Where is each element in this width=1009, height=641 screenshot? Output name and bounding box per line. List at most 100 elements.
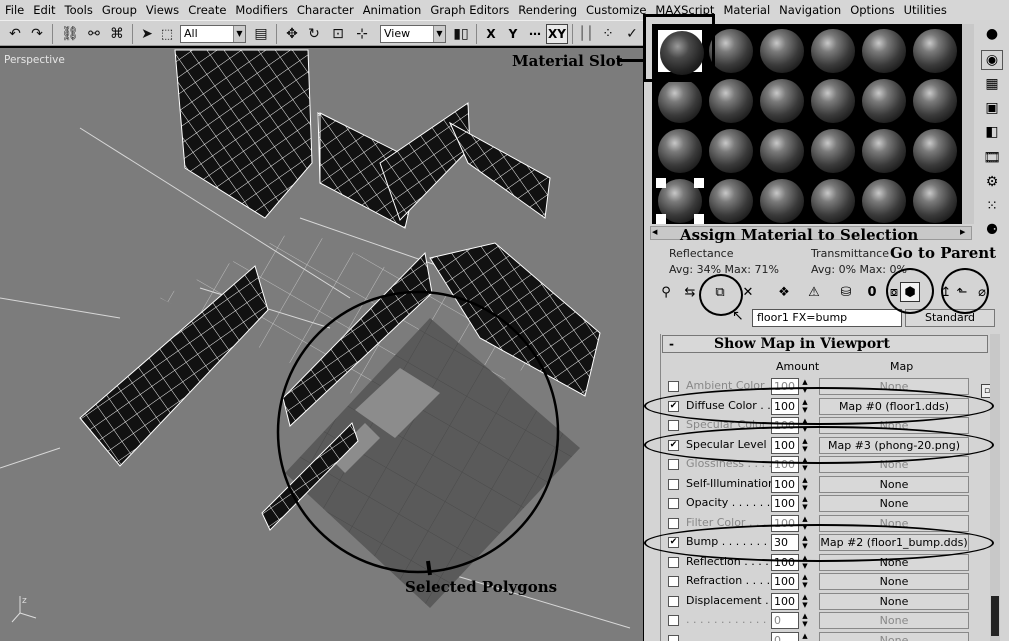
move-icon[interactable]: ✥ [282,24,302,44]
selection-filter-dropdown[interactable]: All ▼ [180,25,246,43]
menu-modifiers[interactable]: Modifiers [232,0,294,20]
menu-graph-editors[interactable]: Graph Editors [427,0,515,20]
map-amount-field[interactable]: 0 [771,612,799,629]
sample-uv-tiling-icon[interactable]: ▣ [981,98,1003,118]
material-slot[interactable] [911,78,959,124]
map-slot-button[interactable]: None [819,612,969,629]
menu-customize[interactable]: Customize [583,0,652,20]
select-by-name-icon[interactable]: ▤ [252,24,270,44]
map-enable-checkbox[interactable] [668,556,679,568]
material-slot[interactable] [860,128,908,174]
material-slot[interactable] [656,78,704,124]
put-to-scene-icon[interactable]: ⇆ [680,282,700,302]
panel-vertical-scrollbar[interactable] [990,334,1000,641]
region-select-icon[interactable]: ⬚ [158,24,176,44]
sample-type-icon[interactable]: ● [981,24,1003,44]
put-to-library-icon[interactable]: ⛁ [836,282,856,302]
slot-vertical-scrollbar[interactable] [962,24,974,224]
material-slot[interactable] [758,128,806,174]
menu-file[interactable]: File [2,0,30,20]
axis-x-button[interactable]: X [480,24,502,44]
axis-xy-button[interactable]: XY [546,24,568,44]
amount-spinner[interactable]: ▲▼ [800,612,810,629]
menu-character[interactable]: Character [294,0,360,20]
amount-spinner[interactable]: ▲▼ [800,573,810,590]
select-by-material-icon[interactable]: ⁙ [981,196,1003,216]
unlink-selection-icon[interactable]: ⚯ [84,24,104,44]
material-slot[interactable] [911,128,959,174]
options-icon[interactable]: ⚙ [981,172,1003,192]
axis-y-button[interactable]: Y [502,24,524,44]
map-amount-field[interactable]: 100 [771,475,799,493]
scroll-right-icon[interactable]: ▶ [960,228,970,238]
map-enable-checkbox[interactable] [668,517,679,529]
map-slot-button[interactable]: None [819,495,969,512]
backlight-icon[interactable]: ◉ [981,50,1003,70]
axis-z-button[interactable]: ⋯ [524,24,546,44]
select-object-icon[interactable]: ➤ [138,24,156,44]
pivot-center-icon[interactable]: ▮▯ [450,24,472,44]
make-preview-icon[interactable]: 🎞 [981,148,1003,168]
video-color-check-icon[interactable]: ◧ [981,122,1003,142]
menu-tools[interactable]: Tools [62,0,99,20]
scale-icon[interactable]: ⊡ [328,24,348,44]
map-slot-button[interactable]: None [819,573,969,590]
map-amount-field[interactable]: 100 [771,495,799,512]
get-material-icon[interactable]: ⚲ [656,282,676,302]
map-slot-button[interactable]: None [819,475,969,493]
material-slot[interactable] [911,28,959,74]
material-slot[interactable] [707,178,755,224]
scroll-left-icon[interactable]: ◀ [652,228,662,238]
material-slot[interactable] [860,28,908,74]
map-enable-checkbox[interactable] [668,381,679,392]
map-enable-checkbox[interactable] [668,615,679,626]
select-and-link-icon[interactable]: ⛓ [60,24,80,44]
material-slot[interactable] [809,28,857,74]
align-icon[interactable]: ✓ [622,24,642,44]
map-amount-field[interactable]: 100 [771,573,799,590]
map-slot-button[interactable]: None [819,592,969,610]
menu-material[interactable]: Material [720,0,776,20]
material-slot[interactable] [656,128,704,174]
menu-views[interactable]: Views [143,0,185,20]
material-slot[interactable] [860,78,908,124]
make-unique-icon[interactable]: ⚠ [804,282,824,302]
bind-to-space-warp-icon[interactable]: ⌘ [106,24,128,44]
material-slot[interactable] [758,28,806,74]
material-slot[interactable] [809,128,857,174]
menu-animation[interactable]: Animation [360,0,428,20]
menu-create[interactable]: Create [185,0,232,20]
perspective-viewport[interactable]: Perspective z [0,48,643,641]
amount-spinner[interactable]: ▲▼ [800,495,810,512]
material-name-field[interactable]: floor1 FX=bump [752,309,902,327]
map-enable-checkbox[interactable] [668,576,679,587]
map-enable-checkbox[interactable] [668,420,679,431]
background-checker-icon[interactable]: ▦ [981,74,1003,94]
map-enable-checkbox[interactable] [668,498,679,509]
amount-spinner[interactable]: ▲▼ [800,632,810,641]
material-slot[interactable] [911,178,959,224]
material-navigator-icon[interactable]: ⚈ [981,220,1003,240]
map-enable-checkbox[interactable] [668,595,679,607]
menu-options[interactable]: Options [847,0,900,20]
menu-utilities[interactable]: Utilities [901,0,953,20]
pivot-icon[interactable]: ⊹ [352,24,372,44]
map-amount-field[interactable]: 100 [771,592,799,610]
material-slot[interactable] [758,178,806,224]
material-slot[interactable] [860,178,908,224]
material-slot[interactable] [809,178,857,224]
material-slot[interactable] [656,178,704,224]
amount-spinner[interactable]: ▲▼ [800,476,810,493]
material-effects-channel-icon[interactable]: 0 [862,282,882,302]
material-slot[interactable] [809,78,857,124]
amount-spinner[interactable]: ▲▼ [800,593,810,610]
reference-coordinate-dropdown[interactable]: View ▼ [380,25,446,43]
undo-icon[interactable]: ↶ [6,24,24,44]
material-slot[interactable] [707,128,755,174]
menu-navigation[interactable]: Navigation [776,0,847,20]
map-amount-field[interactable]: 0 [771,631,799,641]
map-enable-checkbox[interactable] [668,634,679,641]
menu-rendering[interactable]: Rendering [515,0,583,20]
rotate-icon[interactable]: ↻ [304,24,324,44]
map-enable-checkbox[interactable] [668,478,679,490]
